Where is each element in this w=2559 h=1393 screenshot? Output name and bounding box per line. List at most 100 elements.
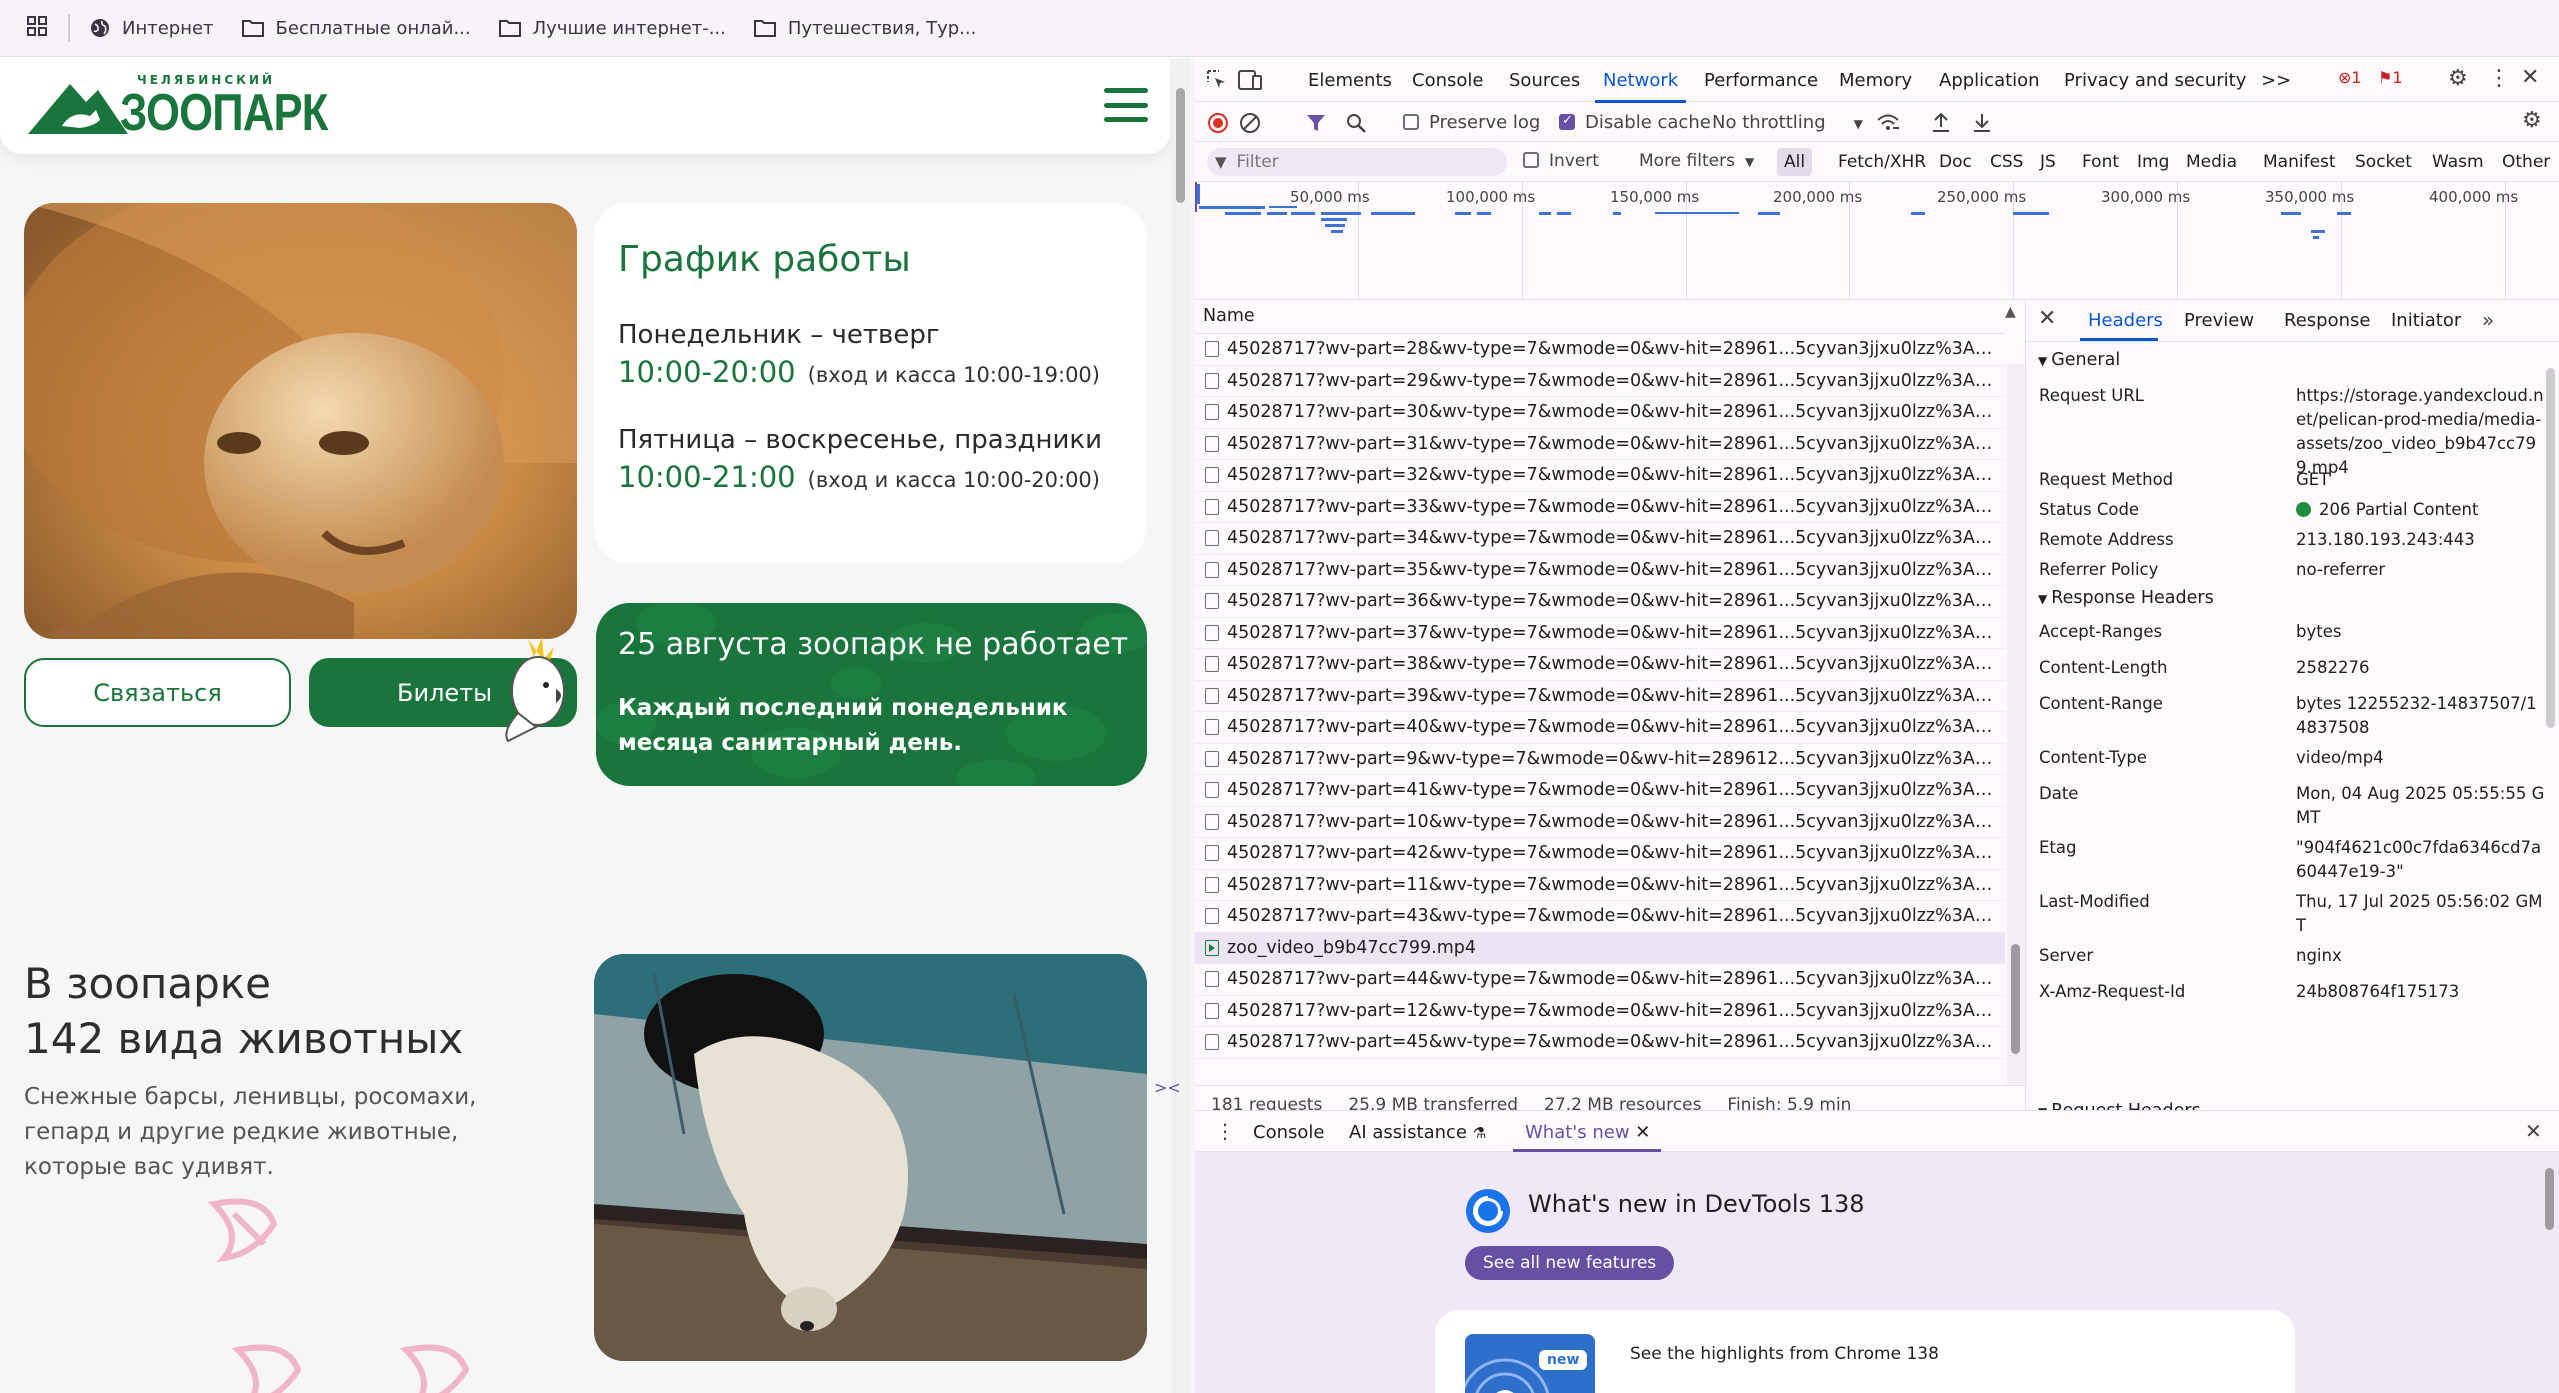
tab-privacy-security[interactable]: Privacy and security (2064, 70, 2246, 91)
drawer-scrollbar-thumb[interactable] (2545, 1168, 2554, 1230)
inspect-element-icon[interactable] (1205, 68, 1229, 92)
bookmark-folder-1[interactable]: Бесплатные онлай... (241, 18, 471, 39)
type-filter-img[interactable]: Img (2130, 148, 2176, 176)
bookmark-internet[interactable]: Интернет (90, 18, 214, 39)
network-overview-timeline[interactable]: 50,000 ms 100,000 ms 150,000 ms 200,000 … (1195, 182, 2559, 300)
page-scrollbar-thumb[interactable] (1176, 88, 1185, 203)
details-scrollbar-thumb[interactable] (2546, 368, 2555, 728)
request-row[interactable]: 45028717?wv-part=33&wv-type=7&wmode=0&wv… (1195, 492, 2005, 523)
preserve-log-checkbox[interactable]: Preserve log (1403, 112, 1540, 133)
request-row[interactable]: 45028717?wv-part=10&wv-type=7&wmode=0&wv… (1195, 807, 2005, 838)
request-row[interactable]: 45028717?wv-part=31&wv-type=7&wmode=0&wv… (1195, 429, 2005, 460)
zoo-logo-mark-icon[interactable] (24, 74, 134, 138)
more-detail-tabs-chevron-icon[interactable]: » (2482, 308, 2494, 332)
request-method-value[interactable]: GET (2296, 468, 2546, 492)
request-row[interactable]: 45028717?wv-part=32&wv-type=7&wmode=0&wv… (1195, 460, 2005, 492)
status-code-value[interactable]: 206 Partial Content (2296, 498, 2546, 522)
type-filter-all[interactable]: All (1777, 148, 1813, 176)
type-filter-js[interactable]: JS (2033, 148, 2063, 176)
clear-icon[interactable] (1239, 112, 1261, 134)
type-filter-manifest[interactable]: Manifest (2256, 148, 2343, 176)
name-column-header[interactable]: Name ▲ (1195, 300, 2016, 334)
record-stop-icon[interactable] (1207, 112, 1229, 134)
contact-button[interactable]: Связаться (24, 658, 291, 727)
referrer-policy-value[interactable]: no-referrer (2296, 558, 2546, 582)
request-list-scrollbar[interactable] (2007, 364, 2025, 1084)
toggle-drawer-splitter-icon[interactable]: >< (1154, 1078, 1181, 1097)
type-filter-media[interactable]: Media (2179, 148, 2244, 176)
response-header-value[interactable]: 2582276 (2296, 656, 2546, 680)
highlight-card[interactable]: new See the highlights from Chrome 138 (1435, 1310, 2295, 1393)
request-row[interactable]: 45028717?wv-part=40&wv-type=7&wmode=0&wv… (1195, 712, 2005, 744)
request-row[interactable]: 45028717?wv-part=35&wv-type=7&wmode=0&wv… (1195, 555, 2005, 586)
filter-funnel-icon[interactable] (1305, 113, 1327, 133)
close-details-icon[interactable]: ✕ (2038, 306, 2056, 331)
request-row[interactable]: 45028717?wv-part=43&wv-type=7&wmode=0&wv… (1195, 901, 2005, 933)
request-row[interactable]: 45028717?wv-part=38&wv-type=7&wmode=0&wv… (1195, 649, 2005, 681)
response-header-value[interactable]: video/mp4 (2296, 746, 2546, 770)
drawer-tab-whats-new[interactable]: What's new ✕ (1525, 1122, 1650, 1143)
drawer-tab-console[interactable]: Console (1253, 1122, 1324, 1143)
request-row[interactable]: 45028717?wv-part=44&wv-type=7&wmode=0&wv… (1195, 964, 2005, 996)
response-header-value[interactable]: 24b808764f175173 (2296, 980, 2546, 1004)
type-filter-fetch-xhr[interactable]: Fetch/XHR (1831, 148, 1933, 176)
page-scrollbar[interactable] (1172, 58, 1190, 1393)
type-filter-other[interactable]: Other (2495, 148, 2557, 176)
see-all-features-button[interactable]: See all new features (1465, 1246, 1675, 1280)
request-row-selected[interactable]: zoo_video_b9b47cc799.mp4 (1195, 932, 2005, 964)
tab-headers[interactable]: Headers (2088, 310, 2163, 331)
import-har-icon[interactable] (1931, 111, 1951, 133)
close-drawer-icon[interactable]: ✕ (2525, 1119, 2542, 1143)
request-row[interactable]: 45028717?wv-part=34&wv-type=7&wmode=0&wv… (1195, 523, 2005, 555)
tab-memory[interactable]: Memory (1839, 70, 1912, 91)
issue-count[interactable]: ⚑1 (2378, 68, 2403, 87)
response-headers-toggle[interactable]: ▼ Response Headers (2038, 588, 2214, 608)
request-row[interactable]: 45028717?wv-part=28&wv-type=7&wmode=0&wv… (1195, 334, 2005, 366)
invert-checkbox[interactable]: Invert (1523, 151, 1599, 171)
settings-gear-icon[interactable]: ⚙ (2448, 66, 2468, 91)
type-filter-css[interactable]: CSS (1983, 148, 2030, 176)
type-filter-font[interactable]: Font (2075, 148, 2126, 176)
response-header-value[interactable]: nginx (2296, 944, 2546, 968)
drawer-scrollbar[interactable] (2541, 1152, 2559, 1393)
menu-burger-icon[interactable] (1104, 88, 1148, 122)
error-count[interactable]: ⊗1 (2338, 68, 2362, 87)
response-header-value[interactable]: "904f4621c00c7fda6346cd7a60447e19-3" (2296, 836, 2546, 884)
request-row[interactable]: 45028717?wv-part=45&wv-type=7&wmode=0&wv… (1195, 1027, 2005, 1059)
close-tab-icon[interactable]: ✕ (1635, 1122, 1650, 1143)
request-row[interactable]: 45028717?wv-part=39&wv-type=7&wmode=0&wv… (1195, 681, 2005, 712)
request-row[interactable]: 45028717?wv-part=12&wv-type=7&wmode=0&wv… (1195, 996, 2005, 1027)
response-header-value[interactable]: bytes (2296, 620, 2546, 644)
drawer-menu-icon[interactable]: ⋮ (1215, 1119, 1235, 1143)
response-header-value[interactable]: Thu, 17 Jul 2025 05:56:02 GMT (2296, 890, 2546, 938)
drawer-tab-ai-assistance[interactable]: AI assistance ⚗ (1349, 1122, 1486, 1143)
bookmark-folder-3[interactable]: Путешествия, Тур... (753, 18, 976, 39)
request-row[interactable]: 45028717?wv-part=29&wv-type=7&wmode=0&wv… (1195, 366, 2005, 397)
request-list-scrollbar-thumb[interactable] (2011, 944, 2020, 1054)
request-row[interactable]: 45028717?wv-part=37&wv-type=7&wmode=0&wv… (1195, 618, 2005, 649)
response-header-value[interactable]: Mon, 04 Aug 2025 05:55:55 GMT (2296, 782, 2546, 830)
type-filter-wasm[interactable]: Wasm (2425, 148, 2491, 176)
tab-application[interactable]: Application (1939, 70, 2040, 91)
logo-title[interactable]: ЗООПАРК (120, 83, 328, 143)
response-header-value[interactable]: bytes 12255232-14837507/14837508 (2296, 692, 2546, 740)
bookmark-folder-2[interactable]: Лучшие интернет-... (498, 18, 726, 39)
type-filter-socket[interactable]: Socket (2348, 148, 2419, 176)
tab-console[interactable]: Console (1412, 70, 1483, 91)
request-row[interactable]: 45028717?wv-part=9&wv-type=7&wmode=0&wv-… (1195, 744, 2005, 775)
more-filters-dropdown[interactable]: More filters ▼ (1639, 151, 1754, 171)
general-section-toggle[interactable]: ▼ General (2038, 350, 2120, 370)
tab-elements[interactable]: Elements (1308, 70, 1392, 91)
sort-arrow-icon[interactable]: ▲ (2005, 304, 2016, 320)
request-row[interactable]: 45028717?wv-part=42&wv-type=7&wmode=0&wv… (1195, 838, 2005, 870)
apps-grid-icon[interactable] (26, 15, 48, 41)
remote-address-value[interactable]: 213.180.193.243:443 (2296, 528, 2546, 552)
device-toolbar-icon[interactable] (1237, 68, 1263, 92)
tab-response[interactable]: Response (2284, 310, 2370, 331)
throttling-select[interactable]: No throttling ▼ (1712, 112, 1863, 133)
tab-network[interactable]: Network (1594, 70, 1687, 103)
disable-cache-checkbox[interactable]: Disable cache (1559, 112, 1711, 133)
export-har-icon[interactable] (1972, 111, 1992, 133)
request-row[interactable]: 45028717?wv-part=30&wv-type=7&wmode=0&wv… (1195, 397, 2005, 429)
filter-input[interactable]: ▼ Filter (1207, 148, 1507, 176)
